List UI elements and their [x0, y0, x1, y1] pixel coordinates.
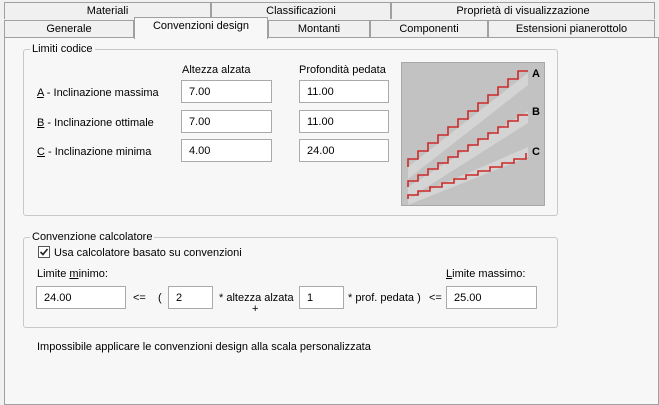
max-limit-field[interactable]: [446, 286, 537, 309]
stair-slopes-svg: A B C: [407, 68, 540, 205]
less-equal-operator-2: <=: [429, 292, 442, 304]
min-limit-label-post: inimo:: [78, 268, 108, 280]
stair-c-label: C: [532, 146, 540, 158]
limits-group-title: Limiti codice: [30, 42, 95, 56]
stair-slopes-diagram: A B C: [401, 62, 545, 206]
row-label-min-slope-text: - Inclinazione minima: [44, 146, 152, 158]
row-label-min-slope-key: C: [37, 146, 45, 158]
min-limit-label-key: m: [69, 268, 79, 280]
column-header-riser: Altezza alzata: [182, 64, 251, 76]
max-limit-label-post: imite massimo:: [452, 268, 526, 280]
min-slope-riser-field[interactable]: [181, 139, 272, 162]
use-calculator-label[interactable]: Usa calcolatore basato su convenzioni: [54, 246, 242, 260]
row-label-max-slope-text: - Inclinazione massima: [43, 87, 159, 99]
less-equal-operator-1: <=: [133, 292, 146, 304]
row-label-max-slope-key: A: [37, 87, 44, 99]
row-label-max-slope: A - Inclinazione massima: [37, 86, 159, 100]
max-limit-label: Limite massimo:: [446, 267, 525, 281]
row-label-optimal-slope: B - Inclinazione ottimale: [37, 116, 154, 130]
min-limit-label-pre: Limite: [37, 268, 70, 280]
optimal-slope-tread-field[interactable]: [299, 110, 389, 133]
open-parenthesis: (: [158, 292, 162, 304]
tread-factor-field[interactable]: [299, 286, 344, 309]
optimal-slope-riser-field[interactable]: [181, 110, 272, 133]
riser-factor-field[interactable]: [168, 286, 213, 309]
stair-b-label: B: [532, 106, 540, 118]
max-slope-tread-field[interactable]: [299, 80, 389, 103]
status-message: Impossibile applicare le convenzioni des…: [37, 341, 371, 353]
min-limit-label: Limite minimo:: [37, 267, 108, 281]
tread-factor-text: * prof. pedata ): [348, 292, 421, 304]
row-label-optimal-slope-text: - Inclinazione ottimale: [44, 117, 154, 129]
use-calculator-checkbox[interactable]: [38, 246, 50, 258]
min-limit-field[interactable]: [36, 286, 126, 309]
stair-a-label: A: [532, 68, 540, 80]
row-label-min-slope: C - Inclinazione minima: [37, 145, 151, 159]
panel-content: Limiti codice Altezza alzata Profondità …: [0, 0, 659, 405]
min-slope-tread-field[interactable]: [299, 139, 389, 162]
checkmark-icon: [39, 248, 49, 256]
plus-operator: +: [252, 303, 259, 315]
column-header-tread: Profondità pedata: [299, 64, 386, 76]
calculator-group-title: Convenzione calcolatore: [30, 230, 155, 244]
max-slope-riser-field[interactable]: [181, 80, 272, 103]
